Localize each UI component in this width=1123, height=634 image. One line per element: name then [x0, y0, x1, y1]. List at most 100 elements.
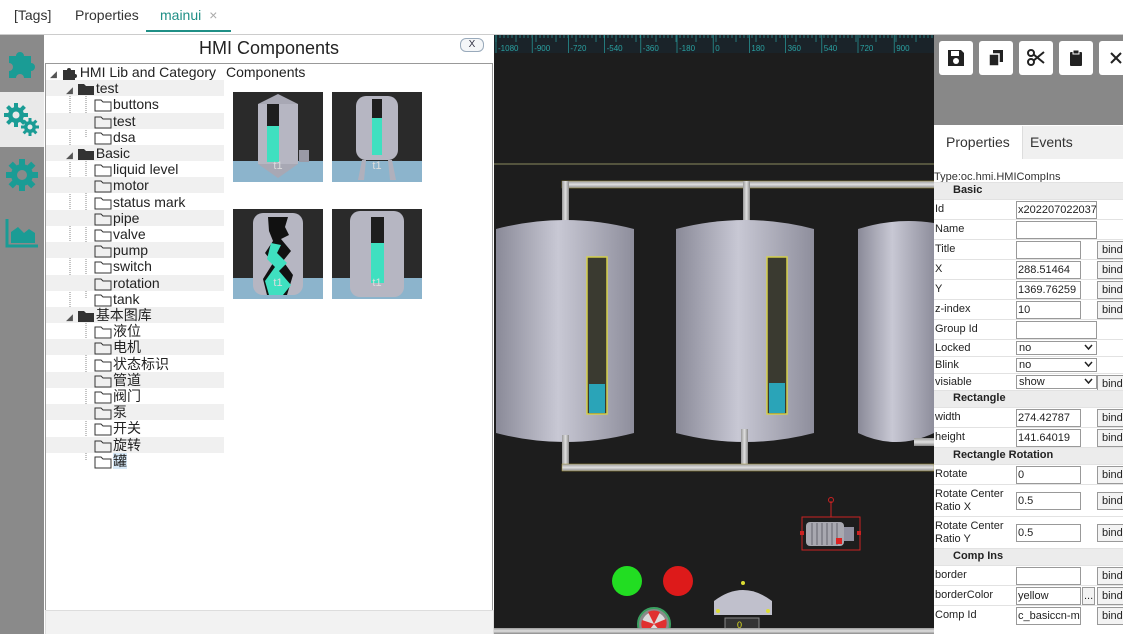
tree-group[interactable]: ◢ test	[46, 80, 225, 96]
property-input[interactable]: 0	[1016, 466, 1081, 484]
property-input[interactable]: 10	[1016, 301, 1081, 319]
tree-item[interactable]: valve	[46, 226, 146, 242]
tree-item[interactable]: 开关	[46, 420, 141, 436]
tree-label: 液位	[113, 323, 141, 339]
pipe-segment[interactable]	[914, 438, 934, 446]
status-light-red[interactable]	[663, 566, 693, 596]
panel-close-button[interactable]: X	[460, 38, 484, 52]
status-light-green[interactable]	[612, 566, 642, 596]
tab-mainui-label: mainui	[160, 7, 202, 23]
bind-button[interactable]: bind	[1097, 607, 1123, 625]
copy-button[interactable]	[979, 41, 1013, 75]
bind-button[interactable]: bind	[1097, 524, 1123, 542]
tree-item[interactable]: 液位	[46, 323, 141, 339]
collapse-icon[interactable]: ◢	[66, 150, 73, 160]
tree-group[interactable]: ◢ Basic	[46, 145, 225, 161]
config-panel-button[interactable]	[0, 147, 44, 202]
motor[interactable]	[800, 497, 861, 551]
property-input[interactable]: 0.5	[1016, 492, 1081, 510]
category-tree: ◢ HMI Lib and Category ◢ test buttons test d…	[45, 63, 226, 611]
property-input[interactable]	[1016, 241, 1081, 259]
property-input[interactable]: 274.42787	[1016, 409, 1081, 427]
pipe-segment[interactable]	[562, 181, 569, 225]
component-thumb[interactable]: t1	[233, 209, 323, 299]
tree-item[interactable]: rotation	[46, 275, 225, 291]
save-button[interactable]	[939, 41, 973, 75]
components-panel-button[interactable]	[0, 35, 44, 90]
collapse-icon[interactable]: ◢	[66, 85, 73, 95]
property-input[interactable]: 1369.76259	[1016, 281, 1081, 299]
tab-events[interactable]: Events	[1018, 126, 1085, 159]
property-input[interactable]	[1016, 567, 1081, 585]
tree-item[interactable]: status mark	[46, 194, 185, 210]
tree-item[interactable]: motor	[46, 177, 225, 193]
tree-item[interactable]: liquid level	[46, 161, 178, 177]
property-label: Y	[935, 283, 943, 295]
component-thumb[interactable]: t1	[332, 209, 422, 299]
tree-item[interactable]: 管道	[46, 372, 225, 388]
tree-item[interactable]: buttons	[46, 96, 159, 112]
cut-button[interactable]	[1019, 41, 1053, 75]
tree-item[interactable]: 泵	[46, 404, 225, 420]
bind-button[interactable]: bind	[1097, 409, 1123, 427]
property-input[interactable]	[1016, 221, 1097, 239]
bind-button[interactable]: bind	[1097, 281, 1123, 299]
bind-button[interactable]: bind	[1097, 301, 1123, 319]
tree-item[interactable]: dsa	[46, 129, 136, 145]
tree-label: HMI Lib and Category	[79, 64, 216, 80]
property-row: Id x202207022037	[934, 199, 1123, 219]
tree-item[interactable]: 电机	[46, 339, 225, 355]
bind-button[interactable]: bind	[1097, 241, 1123, 259]
tree-item[interactable]: 状态标识	[46, 356, 169, 372]
component-thumb[interactable]: t1	[233, 92, 323, 182]
property-input[interactable]: 0.5	[1016, 524, 1081, 542]
property-input[interactable]: yellow	[1016, 587, 1081, 605]
property-input[interactable]: 288.51464	[1016, 261, 1081, 279]
tab-mainui[interactable]: mainui ×	[146, 0, 232, 32]
bind-button[interactable]: bind	[1097, 492, 1123, 510]
pipe-segment[interactable]	[743, 181, 750, 225]
close-icon[interactable]: ×	[209, 7, 217, 23]
tree-item[interactable]: 罐	[46, 453, 127, 469]
bind-button[interactable]: bind	[1097, 466, 1123, 484]
property-input[interactable]	[1016, 321, 1097, 339]
tab-tags[interactable]: [Tags]	[0, 0, 65, 30]
tree-group[interactable]: ◢ 基本图库	[46, 307, 225, 323]
collapse-icon[interactable]: ◢	[66, 312, 73, 322]
property-select[interactable]: no	[1016, 341, 1097, 355]
bind-button[interactable]: bind	[1097, 567, 1123, 585]
drawing-canvas[interactable]: -1080 -900 -720 -540 -360 -180 0 180 360 540 720 90…	[494, 35, 934, 634]
component-thumb[interactable]: t1	[332, 92, 422, 182]
delete-button[interactable]	[1099, 41, 1123, 75]
property-select[interactable]: show	[1016, 375, 1097, 389]
ground-pipe[interactable]	[494, 628, 934, 634]
tank[interactable]	[496, 220, 634, 442]
bottom-pipe[interactable]	[561, 463, 934, 472]
chart-panel-button[interactable]	[0, 205, 44, 260]
ruler-label: -540	[607, 44, 624, 53]
tank[interactable]	[676, 220, 814, 442]
tree-item[interactable]: pipe	[46, 210, 225, 226]
tree-root[interactable]: ◢ HMI Lib and Category	[46, 64, 216, 81]
more-button[interactable]: ...	[1082, 587, 1095, 605]
bind-button[interactable]: bind	[1097, 429, 1123, 447]
settings-panel-button[interactable]	[0, 92, 44, 147]
tree-item[interactable]: 旋转	[46, 437, 225, 453]
tree-item[interactable]: 阀门	[46, 388, 141, 404]
property-input[interactable]: x202207022037	[1016, 201, 1097, 219]
level-gauge[interactable]	[714, 581, 772, 634]
property-select[interactable]: no	[1016, 358, 1097, 372]
tree-item[interactable]: test	[46, 113, 225, 129]
tab-properties-panel[interactable]: Properties	[934, 126, 1023, 159]
tree-item[interactable]: tank	[46, 291, 139, 307]
property-input[interactable]: 141.64019	[1016, 429, 1081, 447]
property-input[interactable]: c_basiccn-mhM	[1016, 607, 1081, 625]
bind-button[interactable]: bind	[1097, 587, 1123, 605]
tab-properties[interactable]: Properties	[61, 0, 153, 30]
bind-button[interactable]: bind	[1097, 261, 1123, 279]
collapse-icon[interactable]: ◢	[50, 69, 57, 79]
paste-button[interactable]	[1059, 41, 1093, 75]
tree-item[interactable]: switch	[46, 258, 152, 274]
tree-item[interactable]: pump	[46, 242, 225, 258]
tank[interactable]	[858, 221, 934, 442]
